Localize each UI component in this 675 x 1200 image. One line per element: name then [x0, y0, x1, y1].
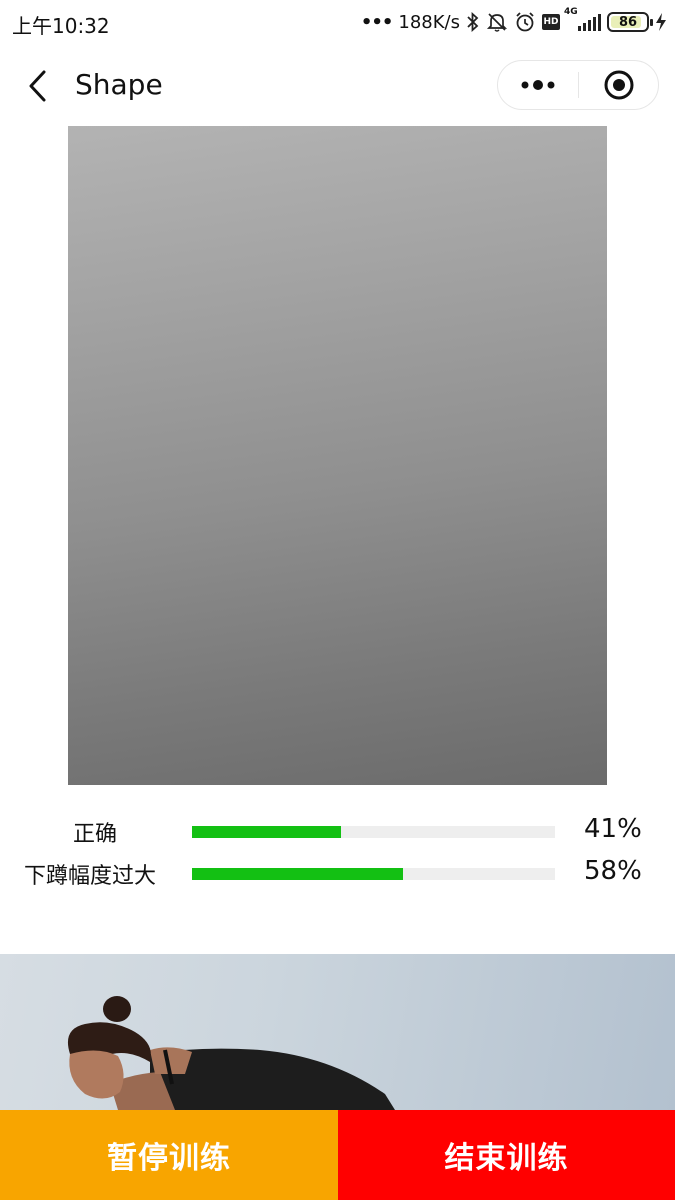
stat-row-squat-too-deep: 下蹲幅度过大 58% — [0, 856, 675, 896]
miniprogram-capsule — [497, 60, 659, 110]
more-menu-button[interactable] — [498, 61, 578, 109]
network-speed: 188K/s — [398, 11, 460, 33]
stat-row-correct: 正确 41% — [0, 814, 675, 854]
exercise-demo-image — [67, 996, 395, 1110]
chevron-left-icon — [29, 70, 46, 102]
mute-bell-icon — [486, 11, 508, 33]
alarm-icon — [514, 11, 536, 33]
bluetooth-icon — [466, 12, 480, 32]
back-button[interactable] — [18, 66, 58, 106]
stat-value: 41% — [584, 814, 642, 844]
charging-icon — [655, 12, 667, 32]
progress-fill — [192, 868, 403, 880]
stat-value: 58% — [584, 856, 642, 886]
hd-badge: HD — [542, 14, 560, 30]
network-type: 4G — [564, 7, 578, 17]
status-icons: ••• 188K/s HD 4G 86 — [360, 7, 667, 36]
status-time: 上午10:32 — [12, 14, 110, 38]
battery-icon: 86 — [607, 12, 653, 32]
stat-label: 正确 — [73, 822, 118, 847]
close-miniprogram-button[interactable] — [579, 61, 658, 109]
more-dots-icon — [521, 80, 555, 90]
target-circle-icon — [604, 70, 633, 100]
demo-photo — [0, 954, 675, 1110]
page-title: Shape — [75, 68, 163, 101]
nav-bar: Shape — [0, 46, 675, 126]
stat-label: 下蹲幅度过大 — [24, 864, 157, 889]
battery-level: 86 — [618, 14, 638, 30]
signal-icon: 4G — [564, 7, 601, 31]
progress-fill — [192, 826, 341, 838]
end-training-button[interactable]: 结束训练 — [338, 1110, 675, 1200]
progress-track — [192, 826, 555, 838]
status-bar: 上午10:32 ••• 188K/s HD 4G 86 — [0, 0, 675, 46]
pause-training-button[interactable]: 暂停训练 — [0, 1110, 338, 1200]
more-dots-icon: ••• — [360, 11, 394, 33]
camera-preview — [68, 126, 607, 785]
progress-track — [192, 868, 555, 880]
